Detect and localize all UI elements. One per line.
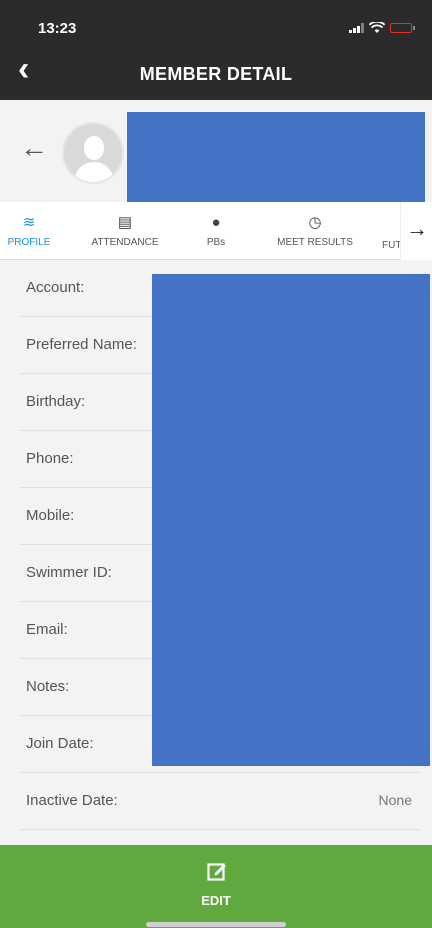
status-time: 13:23	[38, 20, 77, 37]
field-label: Email:	[26, 621, 68, 638]
home-indicator	[146, 922, 286, 927]
tab-label: MEET RESULTS	[277, 236, 353, 248]
member-header: ←	[0, 100, 432, 202]
edit-button[interactable]: EDIT	[0, 845, 432, 928]
edit-icon	[207, 863, 226, 881]
edit-label: EDIT	[201, 893, 231, 908]
tab-future[interactable]: FUT	[382, 202, 401, 260]
wifi-icon	[369, 22, 385, 33]
field-label: Preferred Name:	[26, 336, 137, 353]
field-label: Mobile:	[26, 507, 75, 524]
tab-label: PROFILE	[7, 236, 51, 248]
status-bar: 13:23	[0, 0, 432, 44]
signal-icon	[349, 23, 364, 33]
status-icons	[349, 22, 415, 34]
battery-icon	[390, 23, 415, 33]
redacted-field-values	[152, 274, 430, 766]
tab-scroll-button[interactable]: →	[400, 202, 432, 260]
swimmer-icon: ≋	[22, 213, 36, 231]
avatar	[62, 122, 124, 184]
redacted-member-name	[127, 112, 425, 202]
arrow-right-icon: →	[406, 216, 428, 241]
field-label: Account:	[26, 279, 85, 296]
tab-meet-results[interactable]: ◷ MEET RESULTS	[272, 202, 358, 260]
field-label: Notes:	[26, 678, 70, 695]
clipboard-icon: ▤	[117, 213, 133, 231]
tab-pbs[interactable]: ● PBs	[196, 202, 236, 260]
medal-icon: ●	[211, 213, 221, 231]
page-title: MEMBER DETAIL	[139, 64, 293, 84]
tab-label: PBs	[206, 236, 226, 248]
tab-attendance[interactable]: ▤ ATTENDANCE	[86, 202, 164, 260]
stopwatch-icon: ◷	[308, 213, 322, 231]
field-label: Phone:	[26, 450, 74, 467]
arrow-left-icon[interactable]: ←	[20, 132, 48, 164]
tab-profile[interactable]: ≋ PROFILE	[7, 202, 51, 260]
field-label: Inactive Date:	[26, 792, 118, 809]
field-row-inactive-date: Inactive Date: None	[20, 773, 420, 830]
field-label: Birthday:	[26, 393, 86, 410]
tab-bar: ≋ PROFILE ▤ ATTENDANCE ● PBs ◷ MEET RESU…	[0, 202, 432, 260]
field-label: Join Date:	[26, 735, 94, 752]
nav-bar: ‹ MEMBER DETAIL	[0, 44, 432, 100]
tab-label: ATTENDANCE	[91, 236, 159, 248]
field-value: None	[378, 792, 412, 808]
field-label: Swimmer ID:	[26, 564, 112, 581]
